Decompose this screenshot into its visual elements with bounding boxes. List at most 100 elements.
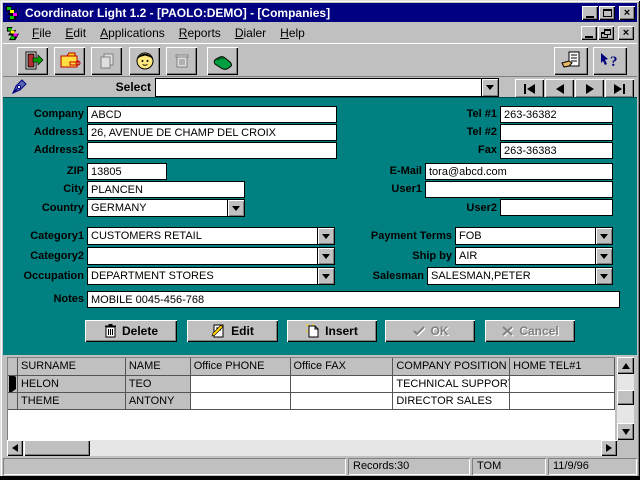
payment-terms-dropdown-button[interactable] xyxy=(595,228,612,244)
help-button[interactable]: ? xyxy=(593,47,627,75)
user1-field[interactable] xyxy=(425,181,613,198)
category2-combobox[interactable] xyxy=(87,247,335,265)
menu-edit[interactable]: Edit xyxy=(58,24,93,42)
delete-button-label: Delete xyxy=(122,324,158,338)
salesman-dropdown-button[interactable] xyxy=(595,268,612,284)
address1-field[interactable] xyxy=(87,124,337,141)
city-field[interactable] xyxy=(87,181,245,198)
scroll-up-button[interactable] xyxy=(617,357,634,374)
cell-company-position[interactable]: DIRECTOR SALES xyxy=(393,393,510,410)
window-bottom-border xyxy=(0,476,640,480)
column-header-name[interactable]: NAME xyxy=(126,358,191,376)
cell-surname[interactable]: THEME xyxy=(18,393,126,410)
delete-button[interactable]: Delete xyxy=(85,320,177,342)
delete-button-disabled-toolbar[interactable] xyxy=(166,47,197,75)
cell-surname[interactable]: HELON xyxy=(18,376,126,393)
horizontal-scrollbar-track[interactable] xyxy=(23,440,601,456)
first-record-icon xyxy=(524,84,526,94)
address2-field[interactable] xyxy=(87,142,337,159)
salesman-label: Salesman xyxy=(354,270,424,282)
zip-field[interactable] xyxy=(87,163,167,180)
ship-by-dropdown-button[interactable] xyxy=(595,248,612,264)
payment-terms-combobox[interactable]: FOB xyxy=(455,227,613,245)
company-field[interactable] xyxy=(87,106,337,123)
column-header-office-fax[interactable]: Office FAX xyxy=(291,358,394,376)
tel1-field[interactable] xyxy=(500,106,613,123)
previous-record-icon xyxy=(556,84,564,94)
child-minimize-button[interactable] xyxy=(581,26,597,40)
maximize-button[interactable] xyxy=(599,6,615,20)
dialer-button[interactable] xyxy=(207,47,238,75)
column-header-office-phone[interactable]: Office PHONE xyxy=(191,358,291,376)
phone-icon xyxy=(211,50,235,72)
user2-field[interactable] xyxy=(500,199,613,216)
document-logo-icon[interactable] xyxy=(6,26,21,41)
tel1-label: Tel #1 xyxy=(437,108,497,120)
ok-button[interactable]: OK xyxy=(385,320,475,342)
horizontal-scrollbar-thumb[interactable] xyxy=(24,440,90,456)
trash-icon xyxy=(171,50,193,72)
exit-button[interactable] xyxy=(17,47,48,75)
cell-name[interactable]: TEO xyxy=(126,376,191,393)
table-row[interactable]: HELON TEO TECHNICAL SUPPORT xyxy=(8,376,615,393)
menu-reports[interactable]: Reports xyxy=(172,24,228,42)
chevron-down-icon xyxy=(322,234,330,239)
table-row[interactable]: THEME ANTONY DIRECTOR SALES xyxy=(8,393,615,410)
country-dropdown-button[interactable] xyxy=(227,200,244,216)
reports-button[interactable] xyxy=(554,47,588,75)
child-restore-button[interactable] xyxy=(598,26,614,40)
cell-office-fax[interactable] xyxy=(291,376,394,393)
cancel-button[interactable]: Cancel xyxy=(485,320,575,342)
cell-name[interactable]: ANTONY xyxy=(126,393,191,410)
select-dropdown-button[interactable] xyxy=(481,79,498,96)
child-close-button[interactable]: × xyxy=(618,26,634,40)
copy-button-disabled[interactable] xyxy=(91,47,122,75)
menu-help[interactable]: Help xyxy=(273,24,312,42)
cell-company-position[interactable]: TECHNICAL SUPPORT xyxy=(393,376,510,393)
close-button[interactable]: × xyxy=(619,6,635,20)
ship-by-label: Ship by xyxy=(352,250,452,262)
cell-home-tel1[interactable] xyxy=(510,376,615,393)
menu-dialer[interactable]: Dialer xyxy=(228,24,273,42)
next-record-button[interactable] xyxy=(575,79,604,98)
column-header-home-tel1[interactable]: HOME TEL#1 xyxy=(510,358,615,376)
scroll-down-button[interactable] xyxy=(617,423,634,440)
occupation-combobox[interactable]: DEPARTMENT STORES xyxy=(87,267,335,285)
occupation-dropdown-button[interactable] xyxy=(317,268,334,284)
edit-pencil-icon xyxy=(211,324,226,338)
cell-office-phone[interactable] xyxy=(191,376,291,393)
minimize-icon xyxy=(586,16,594,18)
column-header-company-position[interactable]: COMPANY POSITION xyxy=(393,358,510,376)
toolbar: ? xyxy=(3,43,637,77)
tel2-field[interactable] xyxy=(500,124,613,141)
previous-record-button[interactable] xyxy=(545,79,574,98)
vertical-scrollbar-thumb[interactable] xyxy=(617,390,634,405)
contacts-button[interactable] xyxy=(129,47,160,75)
category2-dropdown-button[interactable] xyxy=(317,248,334,264)
email-field[interactable] xyxy=(425,163,613,180)
scroll-right-button[interactable] xyxy=(601,440,617,456)
open-company-button[interactable] xyxy=(54,47,85,75)
scroll-left-button[interactable] xyxy=(7,440,23,456)
menu-applications[interactable]: Applications xyxy=(93,24,172,42)
cell-office-phone[interactable] xyxy=(191,393,291,410)
insert-button[interactable]: Insert xyxy=(287,320,377,342)
cell-home-tel1[interactable] xyxy=(510,393,615,410)
title-bar[interactable]: Coordinator Light 1.2 - [PAOLO:DEMO] - [… xyxy=(3,3,637,22)
category1-dropdown-button[interactable] xyxy=(317,228,334,244)
column-header-surname[interactable]: SURNAME xyxy=(18,358,126,376)
first-record-button[interactable] xyxy=(515,79,544,98)
select-combobox[interactable] xyxy=(155,78,499,97)
fax-field[interactable] xyxy=(500,142,613,159)
ship-by-combobox[interactable]: AIR xyxy=(455,247,613,265)
last-record-button[interactable] xyxy=(605,79,634,98)
folder-icon xyxy=(59,50,81,72)
country-combobox[interactable]: GERMANY xyxy=(87,199,245,217)
minimize-button[interactable] xyxy=(582,6,598,20)
edit-button[interactable]: Edit xyxy=(187,320,278,342)
cell-office-fax[interactable] xyxy=(291,393,394,410)
category1-combobox[interactable]: CUSTOMERS RETAIL xyxy=(87,227,335,245)
menu-file[interactable]: File xyxy=(25,24,58,42)
notes-field[interactable] xyxy=(87,291,620,308)
salesman-combobox[interactable]: SALESMAN,PETER xyxy=(427,267,613,285)
